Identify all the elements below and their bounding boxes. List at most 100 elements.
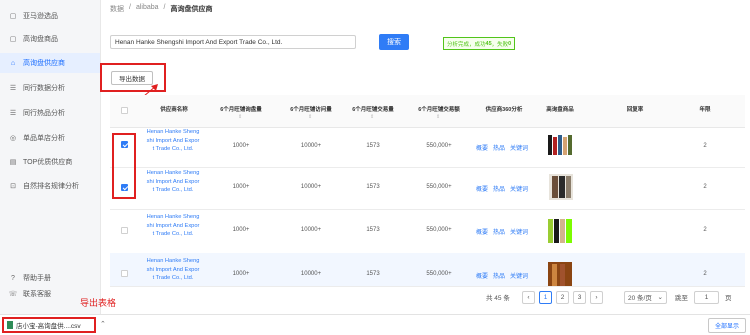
keywords-link[interactable]: 关键词 <box>510 274 528 280</box>
row-checkbox[interactable] <box>121 270 128 277</box>
keywords-link[interactable]: 关键词 <box>510 146 528 152</box>
sort-icon[interactable]: ⇕ <box>308 114 312 120</box>
download-filename: 店小宝-高询盘供....csv <box>16 323 81 330</box>
download-item[interactable]: 店小宝-高询盘供....csv <box>2 317 96 333</box>
overview-link[interactable]: 概要 <box>476 274 488 280</box>
hot-products-link[interactable]: 热品 <box>493 187 505 193</box>
column-header: 回复率 <box>626 107 644 113</box>
row-checkbox[interactable] <box>121 227 128 234</box>
product-thumbnail[interactable] <box>546 172 576 200</box>
keywords-link[interactable]: 关键词 <box>510 230 528 236</box>
sidebar-item-high-inquiry-products[interactable]: ▢ 高询盘商品 <box>0 29 100 49</box>
export-annotation-label: 导出表格 <box>80 298 117 308</box>
hot-products-link[interactable]: 热品 <box>493 230 505 236</box>
hot-products-link[interactable]: 热品 <box>493 146 505 152</box>
help-icon: ? <box>11 274 15 282</box>
hot-products-link[interactable]: 热品 <box>493 274 505 280</box>
sort-icon[interactable]: ⇕ <box>238 114 242 120</box>
chevron-up-icon[interactable]: ⌃ <box>100 320 106 328</box>
supplier-name-link[interactable]: Henan Hanke Shengshi Import And Export T… <box>146 169 200 195</box>
column-header[interactable]: 6个月旺铺交易量 <box>342 105 404 113</box>
next-page-button[interactable]: › <box>590 290 603 304</box>
overview-link[interactable]: 概要 <box>476 230 488 236</box>
sidebar-item-single-product-store[interactable]: ◎ 单品单店分析 <box>0 128 100 148</box>
target-icon: ◎ <box>9 135 17 142</box>
chart-icon: ▤ <box>9 159 17 166</box>
page-size-value: 20 条/页 <box>628 295 652 302</box>
column-header: 供应商360分析 <box>485 107 523 113</box>
overview-link[interactable]: 概要 <box>476 146 488 152</box>
search-button[interactable]: 搜索 <box>379 34 409 50</box>
analysis-links: 概要 热品 关键词 <box>476 143 532 152</box>
csv-file-icon <box>7 321 13 329</box>
breadcrumb-current: 高询盘供应商 <box>170 6 213 13</box>
sidebar-item-amazon-selection[interactable]: ▢ 亚马逊选品 <box>0 6 100 26</box>
column-header[interactable]: 6个月旺铺询盘量 <box>210 105 272 113</box>
status-prefix: 分析完成，成功 <box>447 41 486 48</box>
goto-page-input[interactable]: 1 <box>694 290 719 304</box>
colorful-dresses-image <box>548 219 572 243</box>
sort-icon[interactable]: ⇕ <box>436 114 440 120</box>
sidebar-item-high-inquiry-suppliers[interactable]: ⌂ 高询盘供应商 <box>0 53 100 73</box>
sidebar-item-top-suppliers[interactable]: ▤ TOP优质供应商 <box>0 152 100 172</box>
sidebar-item-label: 高询盘供应商 <box>23 60 65 67</box>
sidebar-item-label: 高询盘商品 <box>23 36 58 43</box>
dresses-image <box>548 135 572 155</box>
years-cell: 2 <box>703 227 707 233</box>
trades-cell: 1573 <box>366 184 380 190</box>
analysis-links: 概要 热品 关键词 <box>476 271 532 280</box>
select-all-checkbox[interactable] <box>121 107 128 114</box>
supplier-name-link[interactable]: Henan Hanke Shengshi Import And Export T… <box>146 128 200 154</box>
table-header: 供应商名称 6个月旺铺询盘量 ⇕ 6个月旺铺访问量 ⇕ 6个月旺铺交易量 ⇕ 6… <box>110 95 745 128</box>
breadcrumb-item[interactable]: alibaba <box>136 4 159 14</box>
show-all-downloads-button[interactable]: 全部显示 <box>707 318 746 333</box>
sidebar-item-label: 同行数据分析 <box>23 85 65 92</box>
column-header[interactable]: 6个月旺铺交易额 <box>408 105 470 113</box>
sidebar-item-peer-data-analysis[interactable]: ☰ 同行数据分析 <box>0 78 100 98</box>
page-button-current[interactable]: 1 <box>539 290 552 304</box>
column-header: 供应商名称 <box>160 107 188 113</box>
supplier-name-link[interactable]: Henan Hanke Shengshi Import And Export T… <box>146 213 200 239</box>
store-icon: ⌂ <box>10 59 16 67</box>
product-thumbnail[interactable] <box>546 133 576 159</box>
page-button[interactable]: 2 <box>556 290 569 304</box>
table-row: Henan Hanke Shengshi Import And Export T… <box>110 167 745 210</box>
sidebar-item-natural-ranking[interactable]: ⊡ 自然排名规律分析 <box>0 176 100 196</box>
column-header[interactable]: 6个月旺铺访问量 <box>280 105 342 113</box>
amount-cell: 550,000+ <box>426 143 452 149</box>
sidebar-item-label: 同行热品分析 <box>23 110 65 117</box>
prev-page-button[interactable]: ‹ <box>522 290 535 304</box>
contact-label: 联系客服 <box>23 291 51 298</box>
sidebar-item-label: 自然排名规律分析 <box>23 183 79 190</box>
breadcrumb-separator: / <box>129 4 131 11</box>
product-thumbnail[interactable] <box>546 216 576 243</box>
page-size-select[interactable]: 20 条/页 ⌄ <box>624 290 667 304</box>
visits-cell: 10000+ <box>300 184 322 190</box>
trades-cell: 1573 <box>366 271 380 277</box>
visits-cell: 10000+ <box>300 227 322 233</box>
sidebar-item-peer-hot-products[interactable]: ☰ 同行热品分析 <box>0 103 100 123</box>
list-icon: ☰ <box>9 110 17 117</box>
analysis-links: 概要 热品 关键词 <box>476 227 532 236</box>
download-bar: 店小宝-高询盘供....csv ⌃ 全部显示 <box>0 314 750 335</box>
column-header: 年限 <box>699 107 711 113</box>
analysis-status-badge: 分析完成，成功 45 ，失败 0 <box>443 37 516 50</box>
breadcrumb-item[interactable]: 数据 <box>110 4 124 14</box>
breadcrumb-separator: / <box>163 4 166 11</box>
inquiries-cell: 1000+ <box>232 271 250 277</box>
product-thumbnail[interactable] <box>546 259 576 286</box>
supplier-search-input[interactable] <box>110 35 356 49</box>
table-row: Henan Hanke Shengshi Import And Export T… <box>110 253 745 287</box>
table-row: Henan Hanke Shengshi Import And Export T… <box>110 209 745 254</box>
years-cell: 2 <box>703 184 707 190</box>
page-button[interactable]: 3 <box>573 290 586 304</box>
list-icon: ☰ <box>9 85 17 92</box>
headset-icon: ☏ <box>8 291 18 298</box>
overview-link[interactable]: 概要 <box>476 187 488 193</box>
keywords-link[interactable]: 关键词 <box>510 187 528 193</box>
supplier-name-link[interactable]: Henan Hanke Shengshi Import And Export T… <box>146 257 200 283</box>
chevron-down-icon: ⌄ <box>657 294 663 301</box>
sort-icon[interactable]: ⇕ <box>370 114 374 120</box>
box-icon: ▢ <box>9 13 17 20</box>
years-cell: 2 <box>703 143 707 149</box>
